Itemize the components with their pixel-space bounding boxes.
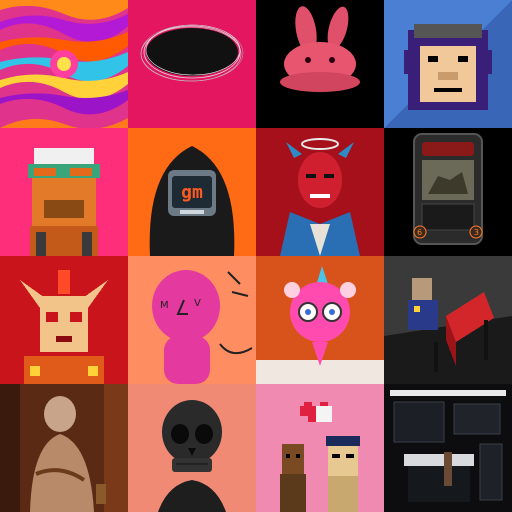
tile-black-ellipse[interactable] — [128, 0, 256, 128]
tile-pixel-ape-blue[interactable] — [384, 0, 512, 128]
tile-red-demon[interactable] — [256, 128, 384, 256]
svg-text:V: V — [194, 298, 201, 309]
black-ellipse-scribble-art — [128, 0, 256, 128]
tile-psychedelic-swirl[interactable] — [0, 0, 128, 128]
tile-black-skull[interactable] — [128, 384, 256, 512]
dark-room-interior-art — [384, 384, 512, 512]
tile-pink-doodle[interactable]: M V — [128, 256, 256, 384]
tile-pink-bunny[interactable] — [256, 0, 384, 128]
weathered-sculpture-art — [0, 384, 128, 512]
tile-hooded-gm[interactable]: gm — [128, 128, 256, 256]
card-right-number: 3 — [473, 228, 479, 237]
tile-dinosaur-card[interactable]: 6 3 — [384, 128, 512, 256]
card-left-number: 6 — [417, 228, 423, 237]
pixel-punks-heart-art — [256, 384, 384, 512]
svg-text:M: M — [160, 300, 169, 311]
dinosaur-card-art — [384, 128, 512, 256]
tile-dark-room[interactable] — [384, 384, 512, 512]
nft-thumbnail-grid: gm 6 3 M V — [0, 0, 512, 512]
pink-doodle-figure-art: M V — [128, 256, 256, 384]
tile-weathered-sculpture[interactable] — [0, 384, 128, 512]
tile-pink-unicorn[interactable] — [256, 256, 384, 384]
tile-pixel-red-demon[interactable] — [0, 256, 128, 384]
tile-pixel-punks[interactable] — [256, 384, 384, 512]
pixel-ape-blue-art — [384, 0, 512, 128]
pixel-character-red-chair-art — [384, 256, 512, 384]
pink-unicorn-figure-art — [256, 256, 384, 384]
psychedelic-swirl-art — [0, 0, 128, 128]
gm-screen-text: gm — [181, 182, 203, 203]
pink-bunny-hat-art — [256, 0, 384, 128]
tile-pixel-red-chair[interactable] — [384, 256, 512, 384]
red-demon-angel-art — [256, 128, 384, 256]
black-skull-art — [128, 384, 256, 512]
tile-pixel-ape-goggles[interactable] — [0, 128, 128, 256]
pixel-red-demon-art — [0, 256, 128, 384]
pixel-ape-goggles-art — [0, 128, 128, 256]
